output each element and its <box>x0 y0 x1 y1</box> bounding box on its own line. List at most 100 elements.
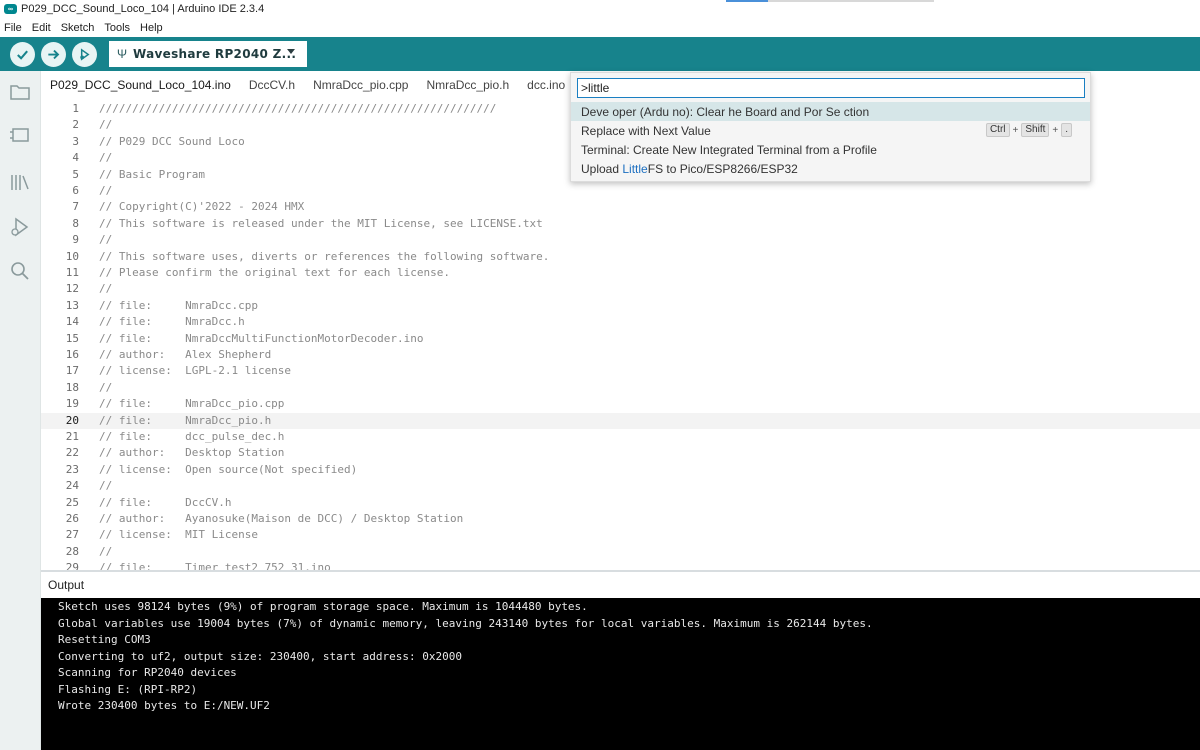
folder-icon[interactable] <box>8 80 32 104</box>
code-line[interactable]: 12 // <box>41 281 1200 297</box>
line-number: 16 <box>65 348 79 361</box>
tab-dcccv-h[interactable]: DccCV.h <box>240 71 304 98</box>
line-number: 19 <box>65 397 79 411</box>
code-line[interactable]: 7 // Copyright(C)'2022 - 2024 HMX <box>41 199 1200 215</box>
upload-button[interactable] <box>41 42 66 67</box>
output-line: Flashing E: (RPI-RP2) <box>58 682 198 696</box>
code-line[interactable]: 21 // file: dcc_pulse_dec.h <box>41 429 1200 445</box>
palette-item[interactable]: Upload LittleFS to Pico/ESP8266/ESP32 <box>571 159 1090 178</box>
line-number: 20 <box>65 413 79 427</box>
verify-button[interactable] <box>10 42 35 67</box>
code-line[interactable]: 13 // file: NmraDcc.cpp <box>41 298 1200 314</box>
line-text: // <box>99 544 113 558</box>
line-number: 27 <box>65 528 79 542</box>
line-text: // license: Open source(Not specified) <box>99 462 358 476</box>
code-line[interactable]: 26 // author: Ayanosuke(Maison de DCC) / … <box>41 511 1200 527</box>
line-number: 13 <box>65 298 79 312</box>
palette-item-label: Deve oper (Ardu no): Clear he Board and … <box>581 104 870 119</box>
command-palette: Deve oper (Ardu no): Clear he Board and … <box>570 72 1091 182</box>
tab-nmradcc-pio-cpp[interactable]: NmraDcc_pio.cpp <box>304 71 417 98</box>
board-manager-icon[interactable] <box>8 123 32 147</box>
command-palette-input[interactable] <box>577 78 1085 98</box>
window-title: P029_DCC_Sound_Loco_104 | Arduino IDE 2.… <box>21 3 265 15</box>
line-text: // file: DccCV.h <box>99 495 232 509</box>
key-plus: + <box>1012 124 1019 136</box>
library-icon[interactable] <box>8 170 32 194</box>
output-console[interactable]: Sketch uses 98124 bytes (9%) of program … <box>41 598 1200 750</box>
palette-item[interactable]: Replace with Next Value Ctrl + Shift + . <box>571 121 1090 140</box>
code-line[interactable]: 6 // <box>41 183 1200 199</box>
line-number: 2 <box>72 118 79 132</box>
code-line[interactable]: 18 // <box>41 380 1200 396</box>
debug-icon[interactable] <box>8 215 32 239</box>
code-line[interactable]: 11 // Please confirm the original text fo… <box>41 265 1200 281</box>
line-number: 25 <box>65 495 79 509</box>
search-icon[interactable] <box>8 259 32 283</box>
keybinding: Ctrl + Shift + . <box>985 123 1072 137</box>
line-text: // license: LGPL-2.1 license <box>99 364 292 378</box>
code-line[interactable]: 28 // <box>41 544 1200 560</box>
code-line[interactable]: 8 // This software is released under the … <box>41 216 1200 232</box>
tab-main-sketch[interactable]: P029_DCC_Sound_Loco_104.ino <box>41 71 240 98</box>
board-selector[interactable]: Ψ Waveshare RP2040 Z... <box>109 41 307 67</box>
line-number: 10 <box>65 249 79 263</box>
title-accent-strip <box>768 0 934 2</box>
line-number: 15 <box>65 331 79 345</box>
code-line[interactable]: 20 // file: NmraDcc_pio.h <box>41 412 1200 429</box>
line-number: 14 <box>65 315 79 329</box>
code-line[interactable]: 19 // file: NmraDcc_pio.cpp <box>41 396 1200 412</box>
output-line: Wrote 230400 bytes to E:/NEW.UF2 <box>58 699 270 712</box>
output-line: Resetting COM3 <box>58 633 151 646</box>
board-name: Waveshare RP2040 Z... <box>133 47 297 61</box>
palette-item[interactable]: Deve oper (Ardu no): Clear he Board and … <box>571 102 1090 121</box>
activity-sidebar <box>0 71 41 750</box>
menu-file[interactable]: File <box>4 22 22 34</box>
code-line[interactable]: 10 // This software uses, diverts or refe… <box>41 249 1200 265</box>
line-number: 28 <box>65 544 79 558</box>
line-number: 21 <box>65 430 79 443</box>
line-text: // <box>99 479 113 493</box>
palette-item[interactable]: Terminal: Create New Integrated Terminal… <box>571 140 1090 159</box>
line-text: // file: NmraDcc_pio.h <box>99 413 272 427</box>
line-text: // <box>99 380 113 394</box>
line-text: // Copyright(C)'2022 - 2024 HMX <box>99 200 305 214</box>
code-line[interactable]: 22 // author: Desktop Station <box>41 445 1200 461</box>
line-number: 8 <box>72 216 79 230</box>
debug-button[interactable] <box>72 42 97 67</box>
menu-sketch[interactable]: Sketch <box>61 22 95 34</box>
line-text: // Please confirm the original text for … <box>99 266 450 279</box>
title-accent <box>726 0 768 2</box>
output-line: Sketch uses 98124 bytes (9%) of program … <box>58 600 588 613</box>
code-line[interactable]: 24 // <box>41 478 1200 494</box>
line-text: // license: MIT License <box>99 528 258 542</box>
line-text: // file: dcc_pulse_dec.h <box>99 430 285 443</box>
code-line[interactable]: 15 // file: NmraDccMultiFunctionMotorDeco… <box>41 331 1200 347</box>
line-number: 9 <box>72 233 79 247</box>
menu-edit[interactable]: Edit <box>32 22 51 34</box>
line-text: // author: Ayanosuke(Maison de DCC) / De… <box>99 512 464 525</box>
key-plus: + <box>1052 124 1059 136</box>
menu-help[interactable]: Help <box>140 22 163 34</box>
code-line[interactable]: 17 // license: LGPL-2.1 license <box>41 363 1200 379</box>
output-panel-title: Output <box>41 572 1200 598</box>
output-line: Scanning for RP2040 devices <box>58 666 237 679</box>
line-number: 5 <box>72 167 79 181</box>
code-line[interactable]: 14 // file: NmraDcc.h <box>41 314 1200 330</box>
code-line[interactable]: 16 // author: Alex Shepherd <box>41 347 1200 363</box>
output-line: Global variables use 19004 bytes (7%) of… <box>58 616 873 630</box>
menu-tools[interactable]: Tools <box>104 22 130 34</box>
code-line[interactable]: 9 // <box>41 232 1200 248</box>
line-text: // P029 DCC Sound Loco <box>99 134 245 148</box>
tab-nmradcc-pio-h[interactable]: NmraDcc_pio.h <box>417 71 518 98</box>
code-line[interactable]: 27 // license: MIT License <box>41 527 1200 543</box>
code-line[interactable]: 29 // file: Timer_test2_752_31.ino <box>41 560 1200 570</box>
line-text: // <box>99 151 113 165</box>
code-line[interactable]: 25 // file: DccCV.h <box>41 495 1200 511</box>
code-line[interactable]: 23 // license: Open source(Not specified) <box>41 462 1200 478</box>
line-number: 1 <box>72 102 79 115</box>
palette-item-label: Terminal: Create New Integrated Terminal… <box>581 142 877 157</box>
line-number: 18 <box>65 380 79 394</box>
line-text: // author: Desktop Station <box>99 446 285 460</box>
line-text: // author: Alex Shepherd <box>99 348 272 361</box>
tab-dcc-ino[interactable]: dcc.ino <box>518 71 574 98</box>
